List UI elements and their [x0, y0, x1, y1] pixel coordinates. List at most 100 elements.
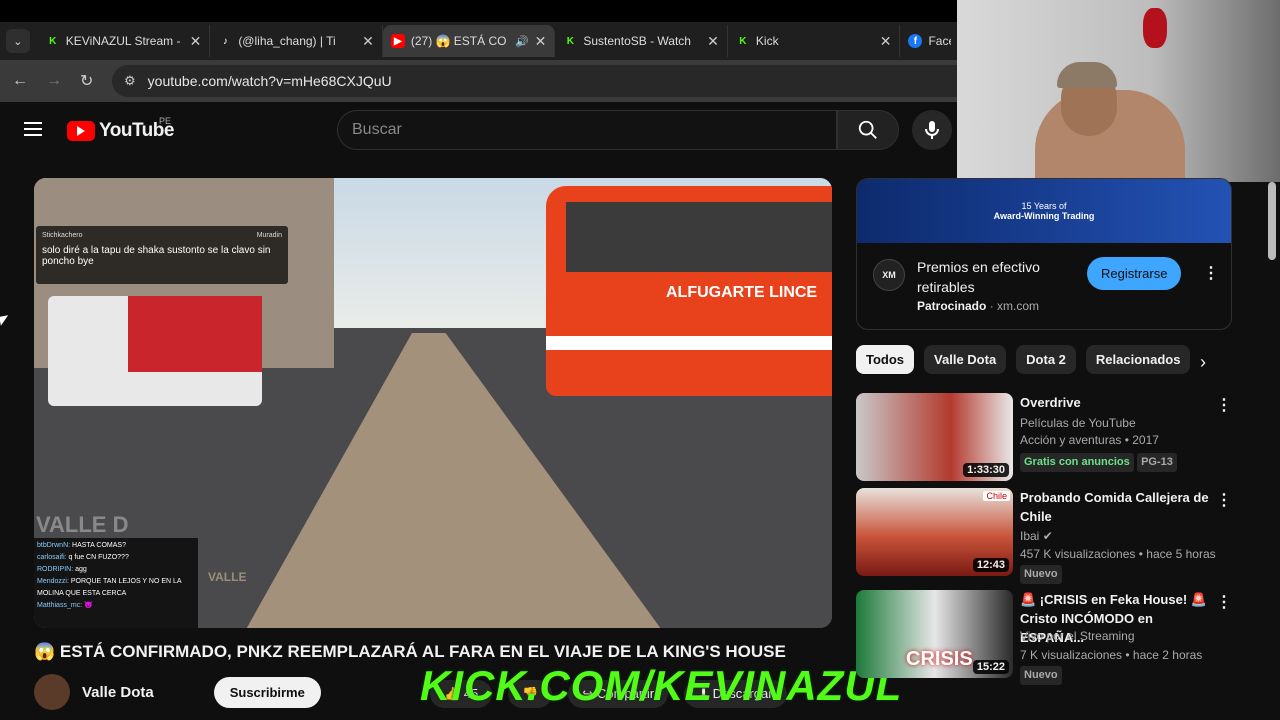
thumbnail-tag: Chile [983, 491, 1010, 501]
webcam-overlay [957, 0, 1280, 182]
more-options-icon[interactable]: ⋮ [1216, 592, 1232, 612]
recommendation-title[interactable]: Overdrive [1020, 393, 1210, 412]
subscribe-button[interactable]: Suscribirme [213, 676, 321, 708]
tab-youtube[interactable]: ▶ (27) 😱 ESTÁ CO 🔊 ✕ [382, 25, 556, 57]
recommendation-meta: 7 K visualizaciones • hace 2 horas [1020, 648, 1203, 662]
top-strip [0, 0, 960, 22]
duration-badge: 1:33:30 [963, 463, 1009, 477]
video-thumbnail[interactable]: Chile 12:43 [856, 488, 1013, 576]
chat-line: Mendozzi: PORQUE TAN LEJOS Y NO EN LA MO… [37, 578, 182, 597]
sponsored-ad[interactable]: 15 Years of Award-Winning Trading XM Prem… [856, 178, 1232, 330]
webcam-ball [1143, 8, 1167, 48]
search-button[interactable] [837, 110, 899, 150]
ad-logo[interactable]: XM [873, 259, 905, 291]
badge-row: Nuevo [1020, 565, 1062, 584]
tab-kick[interactable]: K Kick ✕ [728, 25, 901, 57]
facebook-icon: f [908, 34, 923, 48]
channel-name[interactable]: Valle Dota [82, 684, 154, 701]
tab-sustentosb[interactable]: K SustentoSB - Watch ✕ [555, 25, 728, 57]
youtube-icon: ▶ [390, 34, 405, 48]
recommendation-channel[interactable]: Ibai ✔ [1020, 528, 1053, 545]
kick-overlay-text: KICK.COM/KEVINAZUL [420, 662, 903, 709]
close-tab-icon[interactable]: ✕ [707, 33, 719, 50]
recommendation-title[interactable]: Probando Comida Callejera de Chile [1020, 488, 1210, 526]
youtube-logo[interactable]: YouTube PE [67, 116, 174, 142]
close-tab-icon[interactable]: ✕ [362, 33, 374, 50]
search-icon [858, 120, 877, 139]
badge-row: Gratis con anuncios PG-13 [1020, 453, 1177, 472]
rating-badge: PG-13 [1137, 453, 1177, 472]
back-icon[interactable]: ← [12, 72, 28, 90]
channel-row: Valle Dota Suscribirme [34, 674, 321, 710]
kick-icon: K [739, 35, 747, 47]
video-thumbnail[interactable]: 1:33:30 [856, 393, 1013, 481]
list-item[interactable]: 1:33:30 Overdrive Películas de YouTube A… [856, 393, 1232, 483]
chat-line: carlosaifi: q fue CN FUZO??? [37, 554, 129, 561]
chat-log: btbDrwnN: HASTA COMAS? carlosaifi: q fue… [34, 538, 198, 628]
duration-badge: 15:22 [972, 660, 1009, 674]
close-tab-icon[interactable]: ✕ [880, 33, 892, 50]
tab-kevinazul[interactable]: K KEViNAZUL Stream - ✕ [38, 25, 211, 57]
chip-dota-2[interactable]: Dota 2 [1016, 345, 1076, 374]
recommendation-channel[interactable]: Películas de YouTube [1020, 415, 1136, 432]
voice-search-button[interactable] [912, 110, 952, 150]
badge: Nuevo [1020, 666, 1062, 685]
chat-highlight: Stichkachero Muradin solo diré a la tapu … [36, 226, 288, 284]
youtube-logo-icon [67, 121, 95, 141]
speaker-icon[interactable]: 🔊 [515, 35, 529, 48]
webcam-cap [1057, 62, 1117, 88]
tiktok-icon: ♪ [222, 35, 228, 47]
video-watermark: VALLE D [36, 512, 129, 537]
chip-todos[interactable]: Todos [856, 345, 915, 374]
video-title: 😱 ESTÁ CONFIRMADO, PNKZ REEMPLAZARÁ AL F… [34, 642, 786, 661]
video-player[interactable]: ALFUGARTE LINCE Stichkachero Muradin solo… [34, 178, 832, 628]
chat-line: Matthiass_mc: 😈 [37, 602, 93, 609]
list-item[interactable]: Chile 12:43 Probando Comida Callejera de… [856, 488, 1232, 584]
register-button[interactable]: Registrarse [1087, 257, 1182, 290]
badge: Nuevo [1020, 565, 1062, 584]
kick-icon: K [566, 35, 574, 47]
chevron-right-icon[interactable]: › [1200, 352, 1206, 373]
list-item[interactable]: CRISIS 15:22 🚨 ¡CRISIS en Feka House! 🚨 … [856, 590, 1232, 685]
kick-icon: K [49, 35, 57, 47]
ad-title[interactable]: Premios en efectivo retirables [917, 257, 1077, 297]
video-thumbnail[interactable]: CRISIS 15:22 [856, 590, 1013, 678]
youtube-header: YouTube PE Buscar [0, 102, 960, 158]
more-options-icon[interactable]: ⋮ [1216, 395, 1232, 415]
video-truck [48, 296, 262, 406]
chip-relacionados[interactable]: Relacionados [1085, 345, 1191, 374]
badge-row: Nuevo [1020, 666, 1062, 685]
microphone-icon [925, 121, 939, 139]
tab-facebook[interactable]: f Faceb [900, 25, 961, 57]
channel-watermark-logo: VALLE [208, 570, 247, 584]
verified-icon: ✔ [1042, 529, 1053, 543]
filter-chips: Todos Valle Dota Dota 2 Relacionados [856, 345, 1191, 374]
tab-search-dropdown[interactable]: ⌄ [6, 29, 30, 53]
scrollbar[interactable] [1268, 182, 1276, 260]
search-input[interactable]: Buscar [337, 110, 837, 150]
ad-banner[interactable]: 15 Years of Award-Winning Trading [857, 179, 1231, 243]
forward-icon[interactable]: → [46, 72, 62, 90]
badge: Gratis con anuncios [1020, 453, 1134, 472]
menu-icon[interactable] [24, 122, 42, 136]
close-tab-icon[interactable]: ✕ [535, 33, 547, 50]
thumbnail-text: CRISIS [906, 648, 973, 670]
ad-sponsor-line: Patrocinado · xm.com [917, 299, 1040, 313]
mouse-cursor-icon [0, 315, 10, 326]
video-bus: ALFUGARTE LINCE [546, 186, 832, 396]
address-bar: ← → ↻ ⚙ youtube.com/watch?v=mHe68CXJQuU [0, 60, 960, 102]
recommendation-channel[interactable]: Vivo por el Streaming [1020, 628, 1135, 645]
site-settings-icon[interactable]: ⚙ [124, 73, 136, 89]
url-field[interactable]: ⚙ youtube.com/watch?v=mHe68CXJQuU [112, 65, 960, 97]
reload-icon[interactable]: ↻ [80, 71, 93, 91]
tab-tiktok[interactable]: ♪ (@liha_chang) | Ti ✕ [210, 25, 383, 57]
chip-valle-dota[interactable]: Valle Dota [924, 345, 1007, 374]
close-tab-icon[interactable]: ✕ [190, 33, 202, 50]
more-options-icon[interactable]: ⋮ [1203, 263, 1219, 283]
tab-bar: ⌄ K KEViNAZUL Stream - ✕ ♪ (@liha_chang) … [0, 22, 961, 60]
recommendation-meta: Acción y aventuras • 2017 [1020, 433, 1159, 447]
duration-badge: 12:43 [972, 558, 1009, 572]
more-options-icon[interactable]: ⋮ [1216, 490, 1232, 510]
chat-line: btbDrwnN: HASTA COMAS? [37, 542, 126, 549]
avatar[interactable] [34, 674, 70, 710]
